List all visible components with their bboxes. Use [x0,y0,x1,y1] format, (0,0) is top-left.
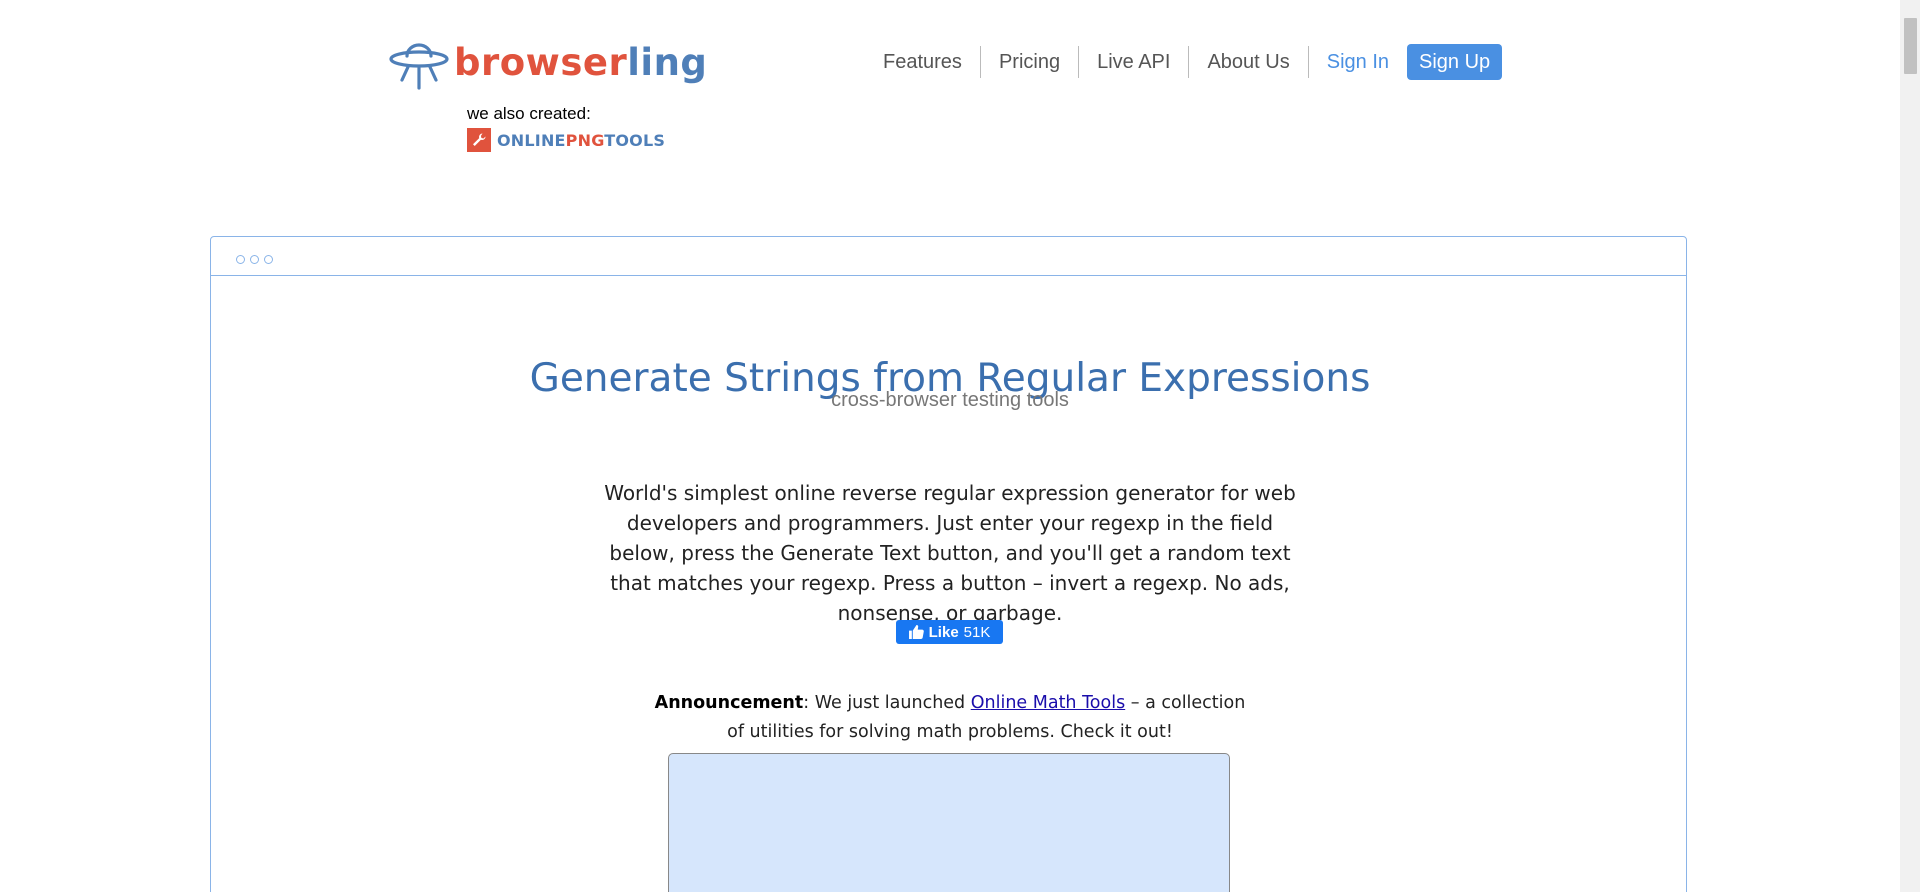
onlinepngtools-link[interactable]: ONLINEPNGTOOLS [467,128,665,152]
partner-part1: ONLINE [497,130,566,150]
announcement: Announcement: We just launched Online Ma… [650,689,1250,747]
nav-pricing[interactable]: Pricing [981,46,1080,78]
page-subtitle: cross-browser testing tools [831,389,1069,411]
thumbs-up-icon [908,625,924,639]
logo-wordmark: browserling [454,44,707,81]
regex-input[interactable] [668,753,1230,892]
wrench-icon [467,128,491,152]
like-count: 51K [963,623,991,641]
window-dot-icon [236,255,245,264]
browser-frame-bar [211,237,1686,276]
browserling-logo[interactable]: browserling [388,36,707,92]
main-nav: Features Pricing Live API About Us Sign … [865,44,1503,80]
partner-part2: PNG [565,130,605,150]
facebook-like-button[interactable]: Like 51K [896,620,1003,644]
partner-part3: TOOLS [604,130,666,150]
window-dot-icon [250,255,259,264]
announcement-text-pre: : We just launched [803,692,971,713]
announcement-label: Announcement [654,692,804,713]
ufo-icon [389,43,449,90]
logo-part2: ling [627,40,708,84]
like-label: Like [928,623,959,641]
nav-features[interactable]: Features [865,46,981,78]
onlinepngtools-wordmark: ONLINEPNGTOOLS [497,131,665,150]
page-scrollbar[interactable] [1900,0,1920,892]
logo-part1: browser [454,40,628,84]
nav-about-us[interactable]: About Us [1189,46,1309,78]
page: browserling we also created: ONLINEPNGTO… [0,0,1920,892]
sign-in-link[interactable]: Sign In [1309,46,1407,78]
tool-description: World's simplest online reverse regular … [604,481,1296,625]
sign-up-button[interactable]: Sign Up [1407,44,1503,80]
nav-live-api[interactable]: Live API [1079,46,1190,78]
scrollbar-thumb[interactable] [1904,18,1917,74]
also-created-label: we also created: [467,104,591,123]
window-dot-icon [264,255,273,264]
online-math-tools-link[interactable]: Online Math Tools [971,693,1125,713]
